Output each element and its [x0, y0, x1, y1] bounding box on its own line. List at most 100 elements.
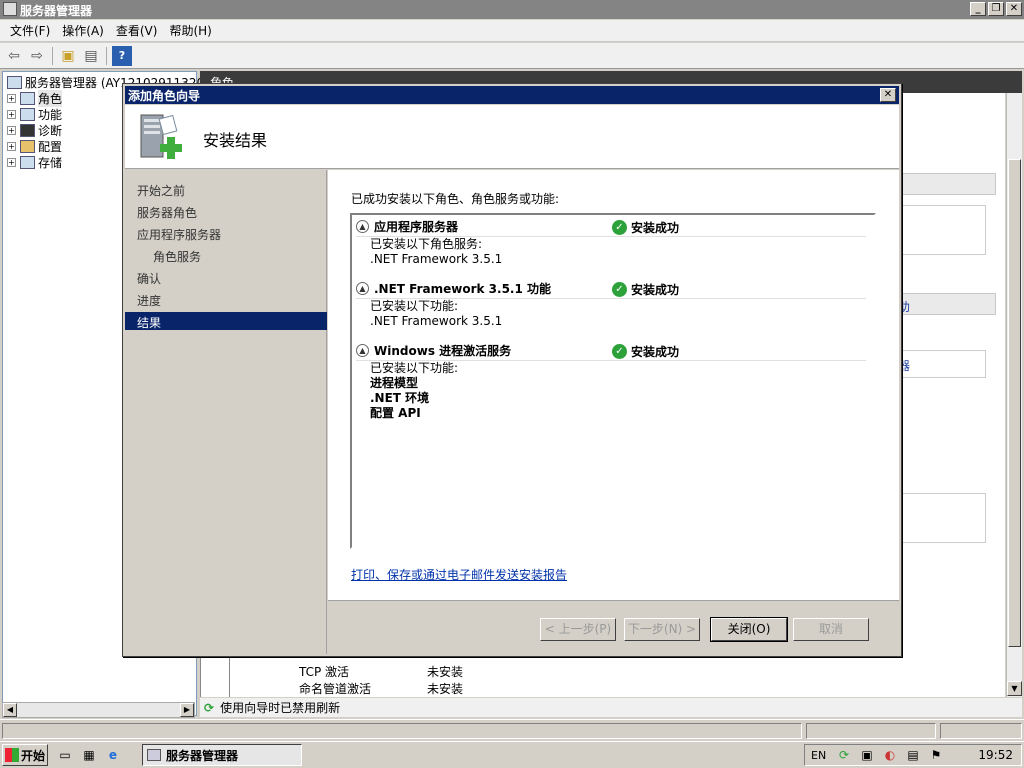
result-section-header: ▲ 应用程序服务器 ✓ 安装成功	[356, 217, 866, 237]
dialog-close-button[interactable]: ✕	[880, 88, 896, 102]
expand-icon[interactable]: +	[7, 157, 16, 167]
role-service-name: TCP 激活	[299, 665, 350, 679]
previous-button[interactable]: < 上一步(P)	[540, 618, 616, 641]
minimize-button[interactable]: _	[970, 2, 986, 16]
tree-item-diagnostics[interactable]: + 诊断	[7, 122, 62, 138]
expand-icon[interactable]: +	[7, 125, 16, 135]
result-section: ▲ Windows 进程激活服务 ✓ 安装成功 已安装以下功能: 进程模型 .N…	[356, 341, 866, 421]
menu-bar: 文件(F) 操作(A) 查看(V) 帮助(H)	[0, 20, 1024, 42]
close-button[interactable]: 关闭(O)	[710, 617, 788, 642]
result-section-header: ▲ Windows 进程激活服务 ✓ 安装成功	[356, 341, 866, 361]
next-button[interactable]: 下一步(N) >	[624, 618, 700, 641]
language-indicator[interactable]: EN	[805, 749, 835, 762]
internet-explorer-icon[interactable]: e	[104, 746, 122, 764]
result-section: ▲ .NET Framework 3.5.1 功能 ✓ 安装成功 已安装以下功能…	[356, 279, 866, 329]
forward-arrow-icon[interactable]: ⇨	[27, 46, 47, 66]
refresh-status-text: 使用向导时已禁用刷新	[220, 701, 341, 715]
show-desktop-icon[interactable]: ▭	[56, 746, 74, 764]
tree-item-label: 角色	[38, 89, 63, 107]
tree-horizontal-scrollbar[interactable]: ◀ ▶	[2, 702, 195, 718]
wizard-step-before-you-begin: 开始之前	[137, 184, 186, 198]
result-section-header: ▲ .NET Framework 3.5.1 功能 ✓ 安装成功	[356, 279, 866, 299]
status-cell	[806, 723, 936, 739]
action-center-icon[interactable]: ▤	[904, 747, 922, 763]
server-icon	[7, 75, 22, 89]
system-tray: EN ⟳ ▣ ◐ ▤ ⚑ 19:52	[804, 744, 1022, 766]
diagnostics-icon	[20, 123, 35, 137]
wizard-step-progress: 进度	[137, 294, 162, 308]
result-line: 已安装以下功能:	[370, 361, 459, 375]
wizard-step-server-roles: 服务器角色	[137, 206, 198, 220]
wizard-steps: 开始之前 服务器角色 应用程序服务器 角色服务 确认 进度 结果	[125, 170, 327, 654]
back-arrow-icon[interactable]: ⇦	[4, 46, 24, 66]
taskbar-item-server-manager[interactable]: 服务器管理器	[142, 744, 302, 766]
flag-icon[interactable]: ⚑	[927, 747, 945, 763]
close-window-button[interactable]: ✕	[1006, 2, 1022, 16]
menu-action[interactable]: 操作(A)	[56, 22, 110, 39]
start-label: 开始	[21, 748, 46, 763]
storage-icon	[20, 155, 35, 169]
status-cell	[2, 723, 802, 739]
network-icon[interactable]: ▣	[858, 747, 876, 763]
right-vertical-scrollbar[interactable]: ▼	[1006, 93, 1022, 697]
installation-report-link[interactable]: 打印、保存或通过电子邮件发送安装报告	[351, 566, 567, 583]
collapse-chevron-icon[interactable]: ▲	[356, 220, 369, 233]
menu-help[interactable]: 帮助(H)	[163, 22, 217, 39]
tree-item-features[interactable]: + 功能	[7, 106, 62, 122]
up-folder-icon[interactable]: ▣	[58, 46, 78, 66]
tree-item-storage[interactable]: + 存储	[7, 154, 62, 170]
menu-file[interactable]: 文件(F)	[4, 22, 56, 39]
restore-button[interactable]: ❐	[988, 2, 1004, 16]
menu-view[interactable]: 查看(V)	[110, 22, 164, 39]
tree-item-label: 诊断	[38, 123, 63, 138]
clock: 19:52	[978, 748, 1013, 762]
success-check-icon: ✓	[612, 282, 627, 297]
expand-icon[interactable]: +	[7, 109, 16, 119]
roles-icon	[20, 91, 35, 105]
result-section: ▲ 应用程序服务器 ✓ 安装成功 已安装以下角色服务: .NET Framewo…	[356, 217, 866, 267]
result-feature: .NET 环境	[370, 391, 430, 405]
tree-item-configuration[interactable]: + 配置	[7, 138, 62, 154]
windows-logo-icon	[5, 748, 19, 762]
window-title: 服务器管理器	[20, 4, 93, 18]
scroll-thumb[interactable]	[1008, 159, 1021, 647]
result-status: ✓ 安装成功	[612, 219, 679, 236]
tree-item-roles[interactable]: + 角色	[7, 89, 63, 107]
start-button[interactable]: 开始	[2, 744, 48, 766]
help-icon[interactable]: ?	[112, 45, 132, 66]
wizard-step-role-services: 角色服务	[153, 250, 202, 264]
result-status-text: 安装成功	[631, 345, 680, 359]
server-manager-quicklaunch-icon[interactable]: ▦	[80, 746, 98, 764]
result-status-text: 安装成功	[631, 283, 680, 297]
server-manager-task-icon	[147, 749, 161, 761]
result-line: 已安装以下功能:	[370, 299, 459, 313]
wizard-step-confirmation: 确认	[137, 272, 162, 286]
role-service-name: 命名管道激活	[299, 682, 372, 696]
status-cell	[940, 723, 1022, 739]
server-manager-tray-icon[interactable]: ⟳	[835, 747, 853, 763]
results-list[interactable]: ▲ 应用程序服务器 ✓ 安装成功 已安装以下角色服务: .NET Framewo…	[350, 213, 876, 549]
show-hide-tree-icon[interactable]: ▤	[81, 46, 101, 66]
role-service-status: 未安装	[427, 682, 464, 696]
result-title: 应用程序服务器	[374, 220, 459, 234]
success-check-icon: ✓	[612, 220, 627, 235]
scroll-left-arrow-icon[interactable]: ◀	[3, 703, 17, 717]
expand-icon[interactable]: +	[7, 141, 16, 151]
result-title: Windows 进程激活服务	[374, 344, 512, 358]
volume-muted-icon[interactable]: ◐	[881, 747, 899, 763]
collapse-chevron-icon[interactable]: ▲	[356, 344, 369, 357]
wizard-step-application-server: 应用程序服务器	[137, 228, 222, 242]
dialog-title: 添加角色向导	[128, 89, 201, 103]
toolbar-separator	[106, 46, 107, 65]
collapse-chevron-icon[interactable]: ▲	[356, 282, 369, 295]
configuration-icon	[20, 139, 35, 153]
expand-icon[interactable]: +	[7, 93, 16, 103]
cancel-button[interactable]: 取消	[793, 618, 869, 641]
features-icon	[20, 107, 35, 121]
dialog-footer: < 上一步(P) 下一步(N) > 关闭(O) 取消	[328, 600, 899, 654]
dialog-page-title: 安装结果	[203, 131, 268, 150]
result-line: 已安装以下角色服务:	[370, 237, 483, 251]
result-title: .NET Framework 3.5.1 功能	[374, 282, 552, 296]
scroll-down-arrow-icon[interactable]: ▼	[1007, 681, 1022, 696]
scroll-right-arrow-icon[interactable]: ▶	[180, 703, 194, 717]
